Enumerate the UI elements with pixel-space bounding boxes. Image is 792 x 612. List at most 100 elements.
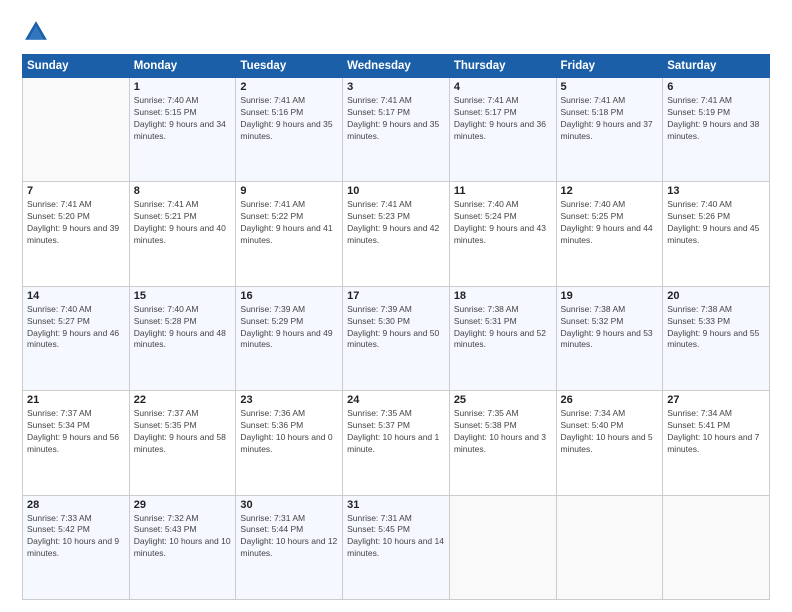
calendar-cell: 10 Sunrise: 7:41 AMSunset: 5:23 PMDayligh… [343,182,450,286]
day-info: Sunrise: 7:37 AMSunset: 5:34 PMDaylight:… [27,408,125,456]
calendar-week-row: 28 Sunrise: 7:33 AMSunset: 5:42 PMDayligh… [23,495,770,599]
day-number: 28 [27,499,125,511]
day-number: 10 [347,185,445,197]
day-info: Sunrise: 7:31 AMSunset: 5:44 PMDaylight:… [240,513,338,561]
day-info: Sunrise: 7:41 AMSunset: 5:18 PMDaylight:… [561,95,659,143]
calendar-cell: 28 Sunrise: 7:33 AMSunset: 5:42 PMDayligh… [23,495,130,599]
day-info: Sunrise: 7:31 AMSunset: 5:45 PMDaylight:… [347,513,445,561]
calendar-cell: 4 Sunrise: 7:41 AMSunset: 5:17 PMDaylight… [449,78,556,182]
day-number: 26 [561,394,659,406]
day-info: Sunrise: 7:40 AMSunset: 5:26 PMDaylight:… [667,199,765,247]
calendar-cell: 13 Sunrise: 7:40 AMSunset: 5:26 PMDayligh… [663,182,770,286]
calendar-cell: 17Sunrise: 7:39 AMSunset: 5:30 PMDayligh… [343,286,450,390]
calendar-cell [449,495,556,599]
day-info: Sunrise: 7:34 AMSunset: 5:41 PMDaylight:… [667,408,765,456]
day-info: Sunrise: 7:40 AMSunset: 5:25 PMDaylight:… [561,199,659,247]
weekday-header-wednesday: Wednesday [343,55,450,78]
day-number: 29 [134,499,232,511]
day-info: Sunrise: 7:41 AMSunset: 5:23 PMDaylight:… [347,199,445,247]
day-info: Sunrise: 7:40 AMSunset: 5:28 PMDaylight:… [134,304,232,352]
day-number: 27 [667,394,765,406]
calendar-cell: 27 Sunrise: 7:34 AMSunset: 5:41 PMDayligh… [663,391,770,495]
day-number: 7 [27,185,125,197]
calendar-cell: 3 Sunrise: 7:41 AMSunset: 5:17 PMDaylight… [343,78,450,182]
day-info: Sunrise: 7:33 AMSunset: 5:42 PMDaylight:… [27,513,125,561]
weekday-header-monday: Monday [129,55,236,78]
calendar-cell: 12 Sunrise: 7:40 AMSunset: 5:25 PMDayligh… [556,182,663,286]
day-number: 24 [347,394,445,406]
calendar-cell: 8 Sunrise: 7:41 AMSunset: 5:21 PMDaylight… [129,182,236,286]
calendar-cell: 18Sunrise: 7:38 AMSunset: 5:31 PMDayligh… [449,286,556,390]
day-number: 16 [240,290,338,302]
calendar-week-row: 14 Sunrise: 7:40 AMSunset: 5:27 PMDayligh… [23,286,770,390]
calendar-cell: 24 Sunrise: 7:35 AMSunset: 5:37 PMDayligh… [343,391,450,495]
calendar-cell: 26 Sunrise: 7:34 AMSunset: 5:40 PMDayligh… [556,391,663,495]
day-number: 17 [347,290,445,302]
day-info: Sunrise: 7:41 AMSunset: 5:17 PMDaylight:… [347,95,445,143]
day-number: 12 [561,185,659,197]
day-info: Sunrise: 7:41 AMSunset: 5:17 PMDaylight:… [454,95,552,143]
day-info: Sunrise: 7:32 AMSunset: 5:43 PMDaylight:… [134,513,232,561]
day-info: Sunrise: 7:41 AMSunset: 5:16 PMDaylight:… [240,95,338,143]
calendar-cell [23,78,130,182]
calendar-cell: 23 Sunrise: 7:36 AMSunset: 5:36 PMDayligh… [236,391,343,495]
day-number: 6 [667,81,765,93]
day-number: 4 [454,81,552,93]
day-info: Sunrise: 7:41 AMSunset: 5:19 PMDaylight:… [667,95,765,143]
day-number: 15 [134,290,232,302]
weekday-header-thursday: Thursday [449,55,556,78]
calendar-cell: 22 Sunrise: 7:37 AMSunset: 5:35 PMDayligh… [129,391,236,495]
day-info: Sunrise: 7:40 AMSunset: 5:15 PMDaylight:… [134,95,232,143]
day-info: Sunrise: 7:37 AMSunset: 5:35 PMDaylight:… [134,408,232,456]
calendar-cell: 16 Sunrise: 7:39 AMSunset: 5:29 PMDayligh… [236,286,343,390]
calendar-week-row: 21Sunrise: 7:37 AMSunset: 5:34 PMDayligh… [23,391,770,495]
day-info: Sunrise: 7:41 AMSunset: 5:20 PMDaylight:… [27,199,125,247]
calendar-cell: 30 Sunrise: 7:31 AMSunset: 5:44 PMDayligh… [236,495,343,599]
calendar-cell: 29 Sunrise: 7:32 AMSunset: 5:43 PMDayligh… [129,495,236,599]
day-number: 20 [667,290,765,302]
day-info: Sunrise: 7:36 AMSunset: 5:36 PMDaylight:… [240,408,338,456]
day-number: 25 [454,394,552,406]
calendar-cell: 9Sunrise: 7:41 AMSunset: 5:22 PMDaylight… [236,182,343,286]
day-number: 30 [240,499,338,511]
day-info: Sunrise: 7:38 AMSunset: 5:32 PMDaylight:… [561,304,659,352]
day-number: 1 [134,81,232,93]
logo [22,18,54,46]
day-info: Sunrise: 7:39 AMSunset: 5:29 PMDaylight:… [240,304,338,352]
calendar-cell: 19 Sunrise: 7:38 AMSunset: 5:32 PMDayligh… [556,286,663,390]
calendar-cell: 11 Sunrise: 7:40 AMSunset: 5:24 PMDayligh… [449,182,556,286]
day-number: 19 [561,290,659,302]
calendar-cell: 14 Sunrise: 7:40 AMSunset: 5:27 PMDayligh… [23,286,130,390]
day-number: 14 [27,290,125,302]
day-info: Sunrise: 7:38 AMSunset: 5:31 PMDaylight:… [454,304,552,352]
day-info: Sunrise: 7:40 AMSunset: 5:27 PMDaylight:… [27,304,125,352]
calendar-cell: 15 Sunrise: 7:40 AMSunset: 5:28 PMDayligh… [129,286,236,390]
weekday-header-sunday: Sunday [23,55,130,78]
logo-icon [22,18,50,46]
calendar-week-row: 7 Sunrise: 7:41 AMSunset: 5:20 PMDaylight… [23,182,770,286]
day-info: Sunrise: 7:34 AMSunset: 5:40 PMDaylight:… [561,408,659,456]
calendar-cell: 6 Sunrise: 7:41 AMSunset: 5:19 PMDaylight… [663,78,770,182]
day-number: 9 [240,185,338,197]
day-info: Sunrise: 7:40 AMSunset: 5:24 PMDaylight:… [454,199,552,247]
day-number: 8 [134,185,232,197]
day-number: 2 [240,81,338,93]
calendar-cell: 5Sunrise: 7:41 AMSunset: 5:18 PMDaylight… [556,78,663,182]
day-number: 3 [347,81,445,93]
day-number: 23 [240,394,338,406]
day-number: 22 [134,394,232,406]
day-number: 11 [454,185,552,197]
calendar-table: SundayMondayTuesdayWednesdayThursdayFrid… [22,54,770,600]
day-info: Sunrise: 7:41 AMSunset: 5:21 PMDaylight:… [134,199,232,247]
calendar-cell: 20 Sunrise: 7:38 AMSunset: 5:33 PMDayligh… [663,286,770,390]
day-number: 13 [667,185,765,197]
weekday-header-tuesday: Tuesday [236,55,343,78]
calendar-cell: 25Sunrise: 7:35 AMSunset: 5:38 PMDayligh… [449,391,556,495]
day-number: 31 [347,499,445,511]
calendar-cell [663,495,770,599]
calendar-cell: 2 Sunrise: 7:41 AMSunset: 5:16 PMDaylight… [236,78,343,182]
weekday-header-friday: Friday [556,55,663,78]
day-info: Sunrise: 7:38 AMSunset: 5:33 PMDaylight:… [667,304,765,352]
day-info: Sunrise: 7:35 AMSunset: 5:37 PMDaylight:… [347,408,445,456]
calendar-cell: 31 Sunrise: 7:31 AMSunset: 5:45 PMDayligh… [343,495,450,599]
